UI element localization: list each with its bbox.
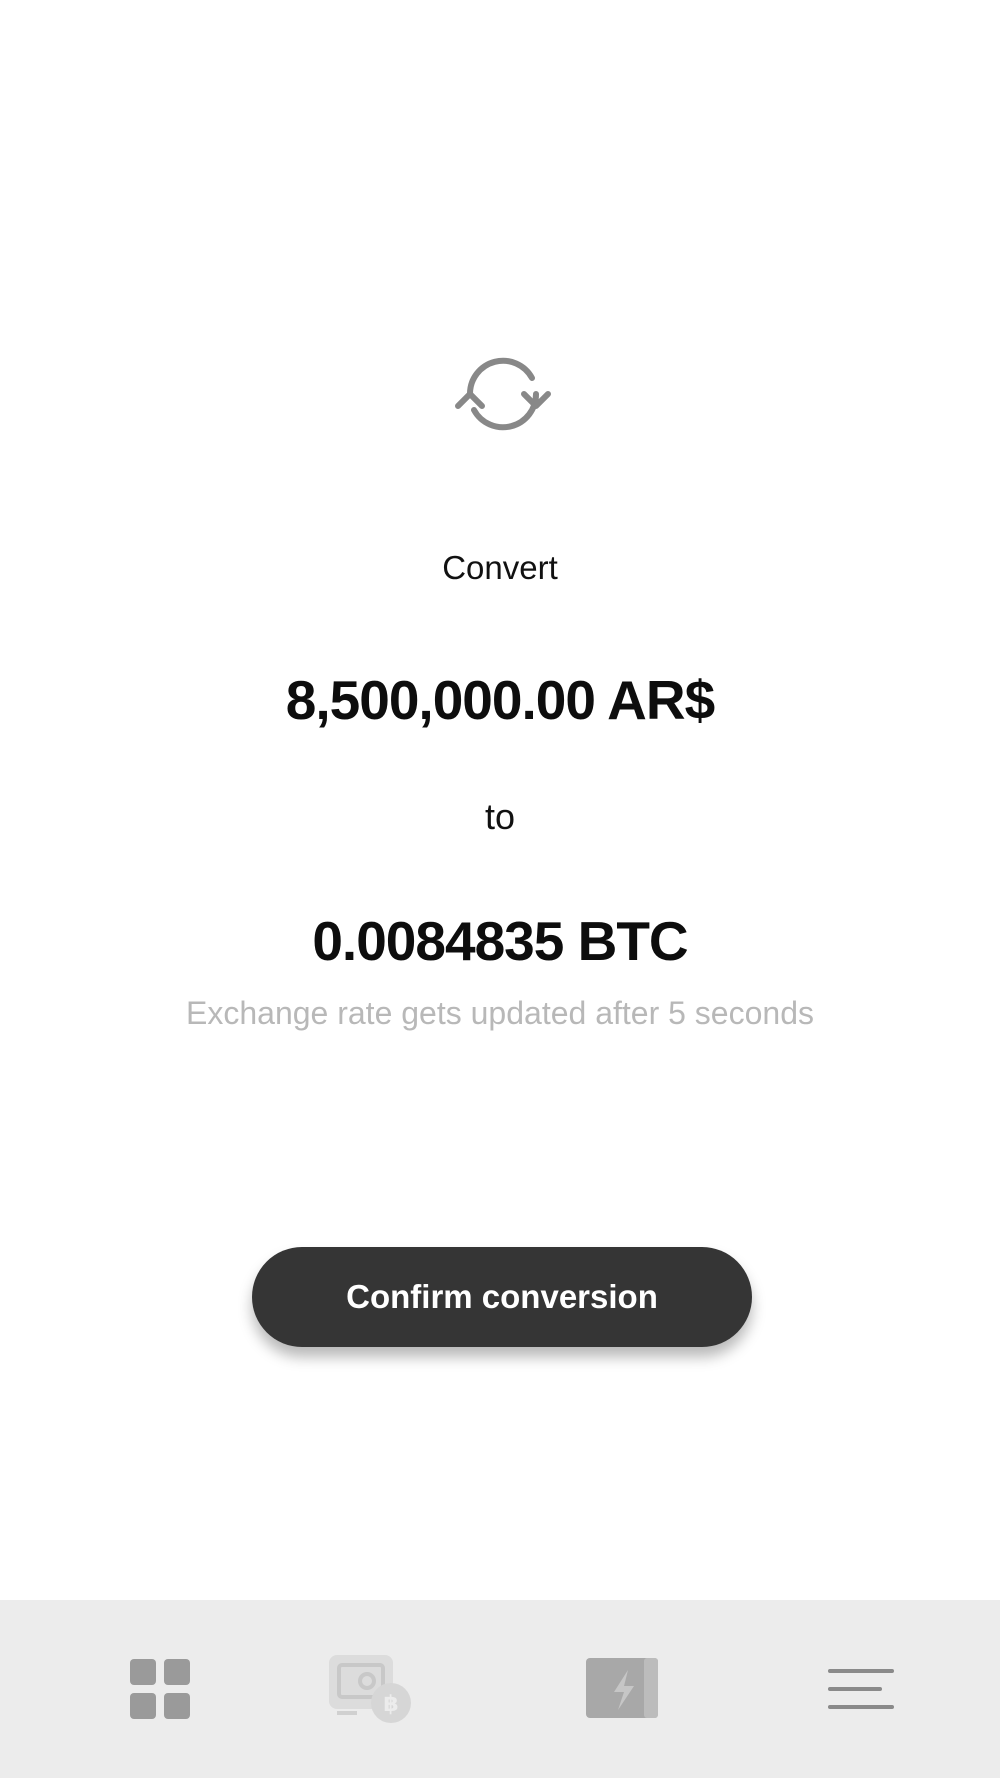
exchange-rate-note: Exchange rate gets updated after 5 secon… (186, 995, 814, 1031)
lightning-card-icon (584, 1656, 660, 1722)
nav-item-menu[interactable] (781, 1600, 941, 1778)
nav-item-lightning[interactable] (542, 1600, 702, 1778)
confirm-conversion-button[interactable]: Confirm conversion (252, 1247, 752, 1347)
source-amount: 8,500,000.00 AR$ (285, 669, 715, 731)
target-amount: 0.0084835 BTC (312, 910, 688, 972)
cash-bitcoin-icon: ฿ (327, 1653, 413, 1725)
convert-heading: Convert (442, 549, 558, 586)
svg-text:฿: ฿ (383, 1692, 398, 1717)
bottom-navigation: ฿ (0, 1600, 1000, 1778)
convert-screen: Convert 8,500,000.00 AR$ to 0.0084835 BT… (0, 0, 1000, 1778)
dashboard-grid-icon (129, 1658, 191, 1720)
nav-item-dashboard[interactable] (80, 1600, 240, 1778)
nav-item-cash-bitcoin[interactable]: ฿ (290, 1600, 450, 1778)
to-connector: to (484, 796, 516, 837)
menu-icon (826, 1667, 896, 1711)
refresh-arrows-icon (440, 348, 566, 440)
